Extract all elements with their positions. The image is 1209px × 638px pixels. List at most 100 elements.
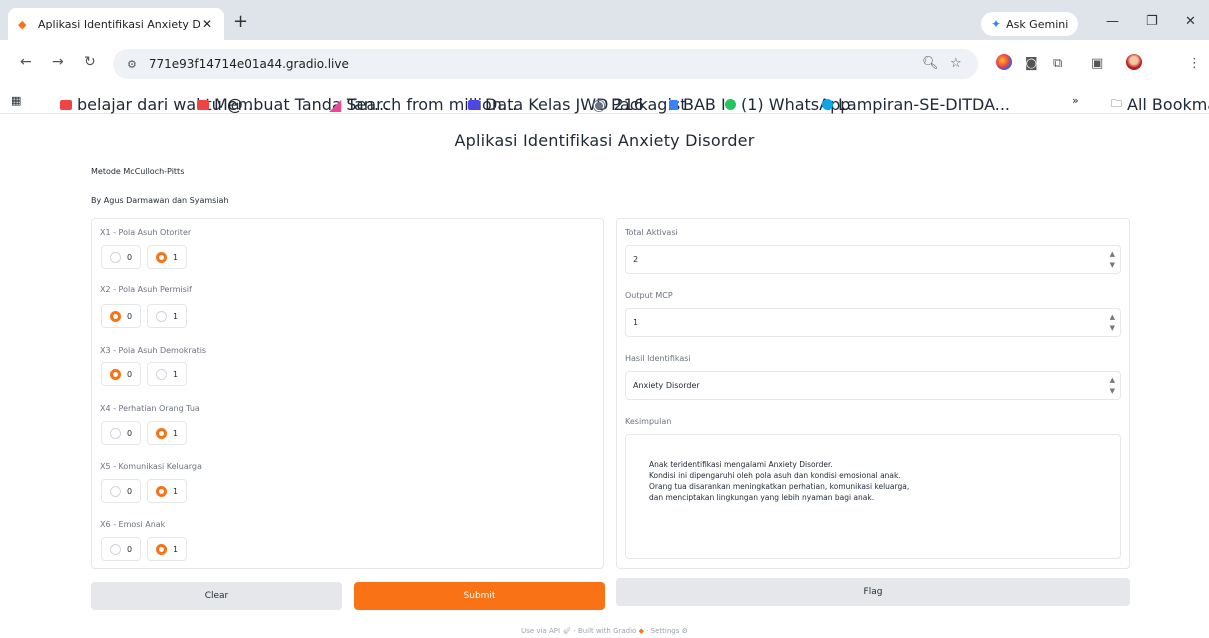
radio-dot: [110, 543, 121, 555]
footer: Use via API 🚀︎ · Built with Gradio ◆ · S…: [0, 627, 1209, 635]
youtube-icon: [197, 99, 209, 110]
x1-label: X1 - Pola Asuh Otoriter: [100, 228, 192, 237]
x3-label: X3 - Pola Asuh Demokratis: [100, 346, 207, 355]
restore-window-icon[interactable]: ❐: [1146, 14, 1158, 29]
option-label: 0: [127, 544, 133, 554]
x1-option-0[interactable]: 0: [101, 245, 141, 269]
camera-extension-icon[interactable]: ◙: [1025, 56, 1038, 71]
footer-separator: ·: [573, 627, 576, 635]
stepper-up-icon[interactable]: ▲: [1110, 250, 1115, 259]
kesimpulan-label: Kesimpulan: [625, 417, 672, 426]
extension-color-icon[interactable]: [996, 54, 1012, 70]
option-label: 1: [173, 486, 179, 496]
number-stepper[interactable]: ▲ ▼: [1110, 313, 1115, 333]
x1-option-1[interactable]: 1: [147, 245, 187, 269]
option-label: 0: [127, 252, 133, 262]
number-stepper[interactable]: ▲ ▼: [1110, 250, 1115, 270]
footer-separator: ·: [646, 627, 649, 635]
radio-dot: [156, 485, 167, 497]
sheet-icon: [468, 99, 480, 110]
clear-button[interactable]: Clear: [91, 582, 342, 610]
x5-option-0[interactable]: 0: [101, 479, 141, 503]
packagist-icon: ◉: [592, 95, 606, 114]
bookmark-star-icon[interactable]: ☆: [950, 56, 962, 71]
forward-arrow-icon[interactable]: →: [52, 54, 64, 70]
x4-label: X4 - Perhatian Orang Tua: [100, 404, 200, 413]
radio-dot: [156, 427, 167, 439]
rocket-icon: 🚀︎: [562, 627, 572, 635]
x3-option-0[interactable]: 0: [101, 362, 141, 386]
stepper-down-icon[interactable]: ▼: [1110, 387, 1115, 396]
radio-dot: [156, 310, 167, 322]
output-mcp-value: 1: [633, 318, 639, 327]
hasil-identifikasi-label: Hasil Identifikasi: [625, 354, 691, 363]
author-text: By Agus Darmawan dan Syamsiah: [91, 196, 229, 205]
address-bar[interactable]: ⚙ 771e93f14714e01a44.gradio.live: [113, 49, 978, 79]
youtube-icon: [60, 99, 72, 110]
zoom-icon[interactable]: 🔍︎: [922, 56, 939, 71]
browser-tab[interactable]: ◆ Aplikasi Identifikasi Anxiety Dis ✕: [8, 8, 224, 40]
x5-label: X5 - Komunikasi Keluarga: [100, 462, 202, 471]
ask-gemini-button[interactable]: ✦ Ask Gemini: [981, 12, 1079, 36]
close-window-icon[interactable]: ✕: [1185, 14, 1196, 29]
profile-avatar[interactable]: [1126, 54, 1142, 70]
bookmark-label: BAB I: [683, 95, 726, 114]
x2-option-0[interactable]: 0: [101, 304, 141, 328]
x5-option-1[interactable]: 1: [147, 479, 187, 503]
stepper-down-icon[interactable]: ▼: [1110, 261, 1115, 270]
new-tab-button[interactable]: +: [233, 13, 248, 31]
option-label: 0: [127, 428, 133, 438]
number-stepper[interactable]: ▲ ▼: [1110, 376, 1115, 396]
minimize-window-icon[interactable]: —: [1106, 14, 1119, 29]
x4-option-1[interactable]: 1: [147, 421, 187, 445]
ministry-icon: [822, 99, 833, 110]
back-arrow-icon[interactable]: ←: [20, 54, 32, 70]
flag-button[interactable]: Flag: [616, 578, 1130, 606]
kesimpulan-textarea[interactable]: Anak teridentifikasi mengalami Anxiety D…: [625, 434, 1121, 559]
built-with-gradio-link[interactable]: Built with Gradio: [578, 627, 636, 635]
site-info-icon[interactable]: ⚙: [127, 58, 137, 71]
apps-grid-icon[interactable]: ▦: [11, 94, 21, 107]
browser-menu-icon[interactable]: ⋮: [1188, 56, 1201, 71]
reload-icon[interactable]: ↻: [84, 54, 96, 70]
x3-option-1[interactable]: 1: [147, 362, 187, 386]
search-site-icon: ◢: [329, 95, 342, 114]
all-bookmarks-label: All Bookmarks: [1127, 95, 1209, 114]
x6-option-0[interactable]: 0: [101, 537, 141, 561]
x4-option-0[interactable]: 0: [101, 421, 141, 445]
x2-label: X2 - Pola Asuh Permisif: [100, 285, 192, 294]
total-aktivasi-value: 2: [633, 255, 639, 264]
bookmark-item[interactable]: BAB I: [669, 95, 726, 114]
doc-icon: [669, 99, 678, 110]
option-label: 0: [127, 486, 133, 496]
ask-gemini-label: Ask Gemini: [1006, 17, 1069, 31]
x2-option-1[interactable]: 1: [147, 304, 187, 328]
use-via-api-link[interactable]: Use via API: [521, 627, 560, 635]
x6-label: X6 - Emosi Anak: [100, 520, 166, 529]
tab-title: Aplikasi Identifikasi Anxiety Dis: [38, 17, 200, 31]
reading-list-icon[interactable]: ▣: [1091, 56, 1103, 71]
option-label: 0: [127, 311, 133, 321]
option-label: 1: [173, 428, 179, 438]
bookmark-label: Lampiran-SE-DITDA...: [838, 95, 1011, 114]
more-bookmarks-button[interactable]: »: [1072, 94, 1079, 107]
stepper-down-icon[interactable]: ▼: [1110, 324, 1115, 333]
x6-option-1[interactable]: 1: [147, 537, 187, 561]
submit-button[interactable]: Submit: [354, 582, 605, 610]
stepper-up-icon[interactable]: ▲: [1110, 313, 1115, 322]
output-mcp-label: Output MCP: [625, 291, 673, 300]
settings-link[interactable]: Settings: [651, 627, 680, 635]
radio-dot: [110, 251, 121, 263]
total-aktivasi-field[interactable]: 2 ▲ ▼: [625, 245, 1121, 274]
folder-icon: 🗀: [1111, 97, 1122, 110]
extensions-puzzle-icon[interactable]: ⧉: [1053, 56, 1062, 71]
gradio-favicon-icon: ◆: [18, 17, 27, 31]
all-bookmarks-button[interactable]: 🗀 All Bookmarks: [1111, 95, 1209, 114]
stepper-up-icon[interactable]: ▲: [1110, 376, 1115, 385]
radio-dot: [110, 310, 121, 322]
output-mcp-field[interactable]: 1 ▲ ▼: [625, 308, 1121, 337]
close-tab-icon[interactable]: ✕: [200, 17, 214, 31]
option-label: 1: [173, 544, 179, 554]
hasil-identifikasi-field[interactable]: Anxiety Disorder ▲ ▼: [625, 371, 1121, 400]
bookmark-item[interactable]: Lampiran-SE-DITDA...: [822, 95, 1010, 114]
